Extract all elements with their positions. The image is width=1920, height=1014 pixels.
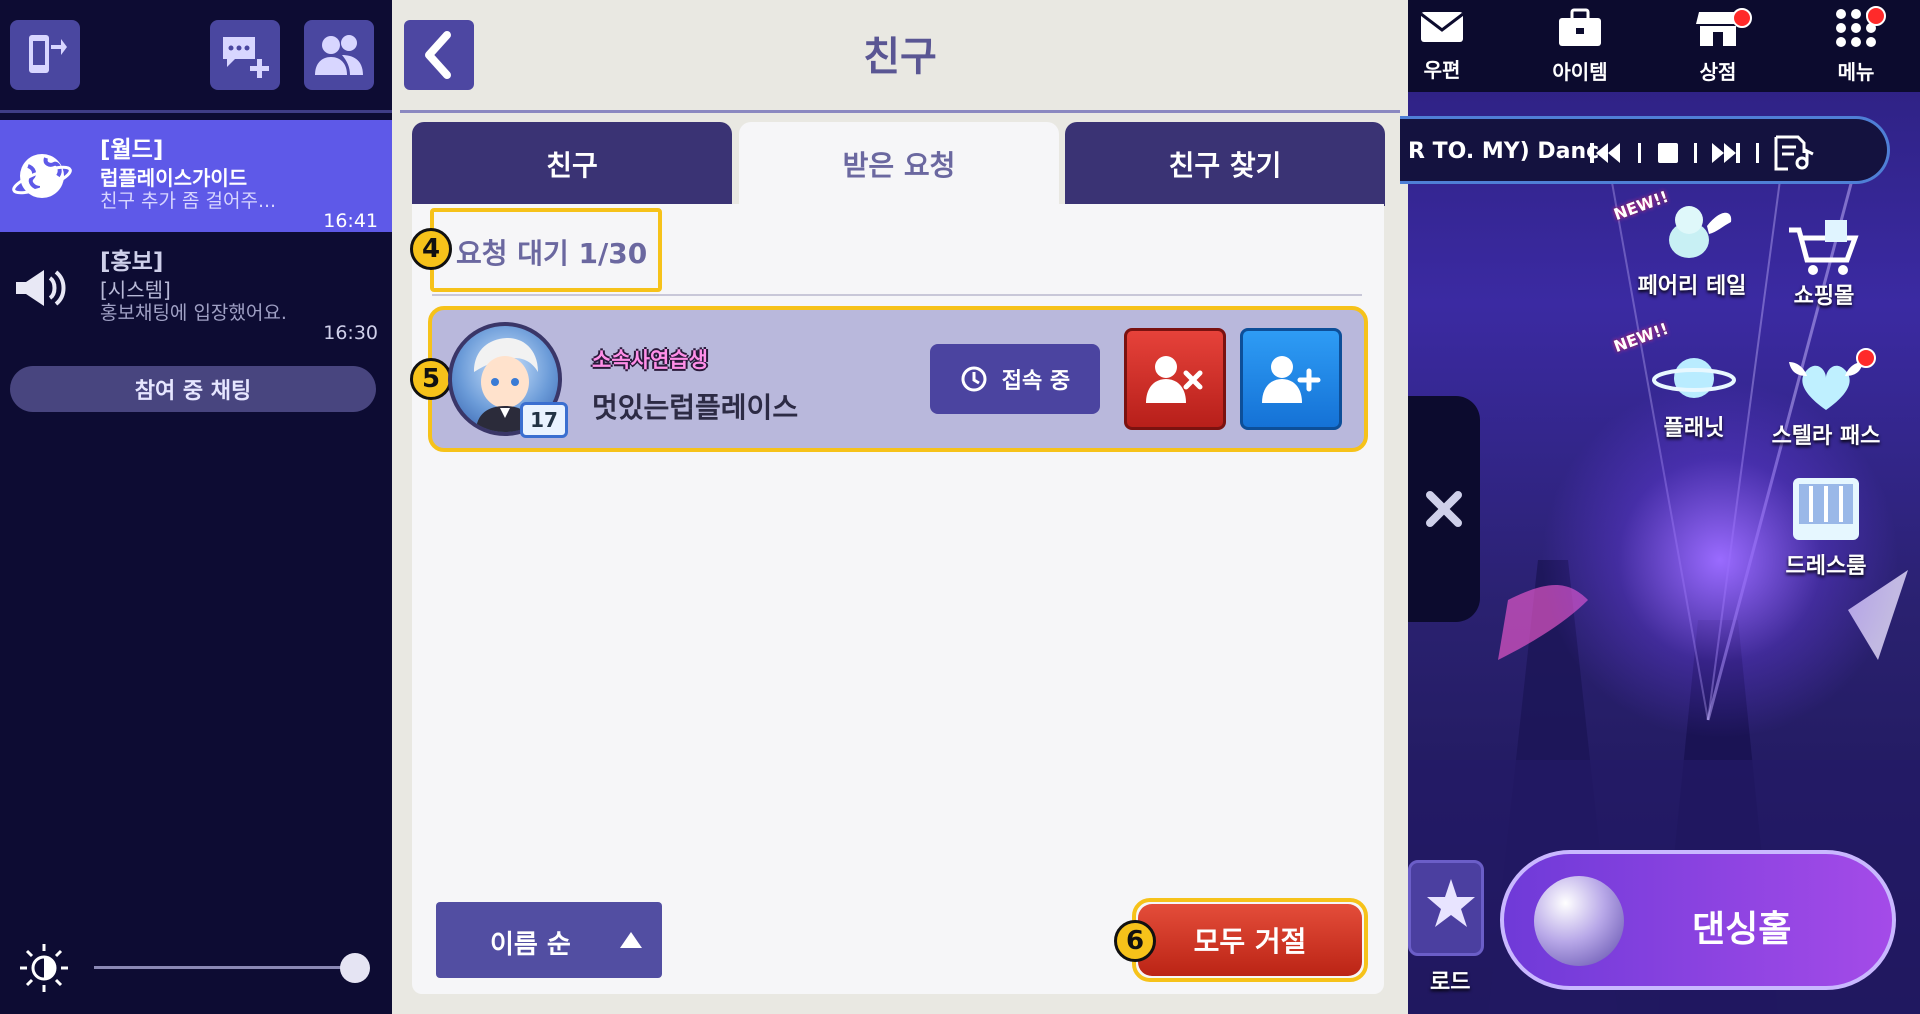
mail-icon bbox=[1420, 12, 1464, 42]
song-title: R TO. MY) Danc bbox=[1408, 139, 1600, 164]
chat-message: 친구 추가 좀 걸어주... bbox=[100, 190, 277, 212]
menu-button[interactable]: 메뉴 bbox=[1806, 8, 1906, 85]
chat-channel: [월드] bbox=[100, 137, 164, 163]
chat-time: 16:41 bbox=[323, 210, 378, 232]
planet-label: 플래닛 bbox=[1663, 416, 1725, 441]
dressroom-label: 드레스룸 bbox=[1785, 554, 1867, 579]
fairy-tale-label: 페어리 테일 bbox=[1637, 274, 1747, 299]
cart-icon bbox=[1781, 220, 1867, 276]
close-panel-button[interactable] bbox=[1408, 396, 1480, 622]
stellar-pass-label: 스텔라 패스 bbox=[1771, 424, 1881, 449]
chat-channel: [홍보] bbox=[100, 249, 164, 275]
remove-user-icon bbox=[1146, 356, 1203, 403]
sidebar-divider bbox=[0, 110, 392, 113]
next-icon bbox=[1712, 143, 1740, 163]
rank-tag: 소속사연습생 bbox=[592, 348, 708, 372]
tab-received-requests[interactable]: 받은 요청 bbox=[739, 122, 1059, 206]
brightness-slider-track[interactable] bbox=[94, 966, 364, 969]
notification-dot bbox=[1866, 6, 1886, 26]
close-icon bbox=[1426, 491, 1462, 527]
chat-time: 16:30 bbox=[323, 322, 378, 344]
wardrobe-icon bbox=[1783, 472, 1869, 546]
request-count: 요청 대기 1/30 bbox=[456, 237, 648, 270]
chat-sidebar: [월드] 럽플레이스가이드 친구 추가 좀 걸어주... 16:41 [홍보] … bbox=[0, 0, 392, 1014]
caret-up-icon bbox=[620, 932, 642, 948]
megaphone-icon bbox=[10, 256, 74, 320]
annotation-badge: 6 bbox=[1114, 920, 1156, 962]
level-badge: 17 bbox=[520, 402, 568, 438]
clock-icon bbox=[961, 366, 987, 392]
globe-icon bbox=[10, 144, 74, 208]
status-badge: 접속 중 bbox=[930, 344, 1100, 414]
item-button[interactable]: 아이템 bbox=[1530, 8, 1630, 85]
chevron-left-icon bbox=[425, 31, 451, 79]
friend-request-row bbox=[428, 306, 1368, 452]
reject-request-button[interactable] bbox=[1124, 328, 1226, 430]
music-player: R TO. MY) Danc bbox=[1400, 116, 1890, 184]
stop-icon bbox=[1658, 143, 1678, 163]
page-title: 친구 bbox=[863, 34, 937, 80]
road-button[interactable] bbox=[1408, 860, 1484, 956]
road-label: 로드 bbox=[1430, 970, 1471, 995]
chat-message: 홍보채팅에 입장했어요. bbox=[100, 302, 287, 324]
accept-request-button[interactable] bbox=[1240, 328, 1342, 430]
back-button[interactable] bbox=[404, 20, 474, 90]
shop-label: 상점 bbox=[1699, 60, 1737, 84]
dancing-hall-label: 댄싱홀 bbox=[1692, 909, 1792, 950]
brightness-slider-knob[interactable] bbox=[340, 953, 370, 983]
bag-icon bbox=[1559, 8, 1601, 46]
status-label: 접속 중 bbox=[1001, 369, 1071, 394]
notification-dot bbox=[1856, 348, 1876, 368]
disco-ball-icon bbox=[1534, 876, 1624, 966]
sort-label: 이름 순 bbox=[490, 930, 571, 960]
notification-dot bbox=[1732, 8, 1752, 28]
switch-device-icon[interactable] bbox=[10, 20, 80, 90]
add-user-icon bbox=[1262, 356, 1321, 403]
dressroom-button[interactable]: 드레스룸 bbox=[1766, 472, 1886, 580]
brightness-icon bbox=[18, 942, 70, 994]
sort-dropdown[interactable]: 이름 순 bbox=[436, 902, 662, 978]
joined-chat-button[interactable]: 참여 중 채팅 bbox=[10, 366, 376, 412]
shopping-mall-button[interactable]: 쇼핑몰 bbox=[1764, 220, 1884, 310]
playlist-icon bbox=[1774, 135, 1814, 171]
tab-friends[interactable]: 친구 bbox=[412, 122, 732, 206]
star-icon bbox=[1427, 879, 1475, 927]
annotation-badge: 4 bbox=[410, 228, 452, 270]
mail-button[interactable]: 우편 bbox=[1392, 8, 1492, 83]
planet-icon bbox=[1651, 348, 1737, 408]
friends-icon[interactable] bbox=[304, 20, 374, 90]
title-divider bbox=[400, 110, 1400, 113]
dancing-hall-button[interactable]: 댄싱홀 bbox=[1500, 850, 1896, 990]
menu-label: 메뉴 bbox=[1837, 60, 1875, 84]
annotation-badge: 5 bbox=[410, 358, 452, 400]
chat-item-promo[interactable]: [홍보] [시스템] 홍보채팅에 입장했어요. 16:30 bbox=[0, 232, 392, 344]
planet-button[interactable]: 플래닛 bbox=[1634, 348, 1754, 442]
chat-add-icon[interactable] bbox=[210, 20, 280, 90]
list-divider bbox=[432, 294, 1362, 296]
tab-find-friends[interactable]: 친구 찾기 bbox=[1065, 122, 1385, 206]
shop-button[interactable]: 상점 bbox=[1668, 8, 1768, 85]
shopping-mall-label: 쇼핑몰 bbox=[1793, 284, 1855, 309]
reject-all-button[interactable]: 모두 거절 bbox=[1138, 904, 1362, 976]
previous-icon bbox=[1590, 143, 1620, 163]
friend-name: 멋있는럽플레이스 bbox=[592, 391, 799, 424]
item-label: 아이템 bbox=[1552, 60, 1608, 84]
mail-label: 우편 bbox=[1423, 58, 1461, 82]
chat-item-world[interactable]: [월드] 럽플레이스가이드 친구 추가 좀 걸어주... 16:41 bbox=[0, 120, 392, 232]
